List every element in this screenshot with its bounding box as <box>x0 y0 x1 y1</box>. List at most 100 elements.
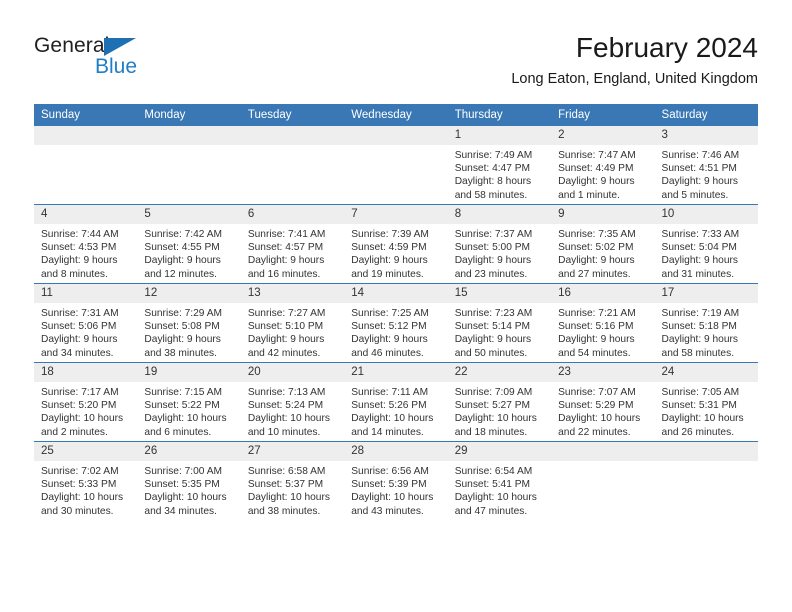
day-sunrise-text: Sunrise: 6:54 AM <box>454 466 533 477</box>
calendar-day-cell[interactable]: 1 Sunrise: 7:49 AM Sunset: 4:47 PM Daylight… <box>447 126 552 205</box>
day-number: 21 <box>344 363 448 382</box>
day-sunset-text: Sunset: 5:10 PM <box>247 321 324 333</box>
day-daylight-text: and 10 minutes. <box>247 426 321 438</box>
calendar-day-cell[interactable]: 17 Sunrise: 7:19 AM Sunset: 5:18 PM Dayligh… <box>654 283 758 363</box>
day-number: 23 <box>551 363 655 382</box>
day-daylight-text: Daylight: 10 hours <box>351 413 434 425</box>
calendar-day-cell[interactable]: 16 Sunrise: 7:21 AM Sunset: 5:16 PM Dayligh… <box>551 283 655 363</box>
day-number: 1 <box>447 126 552 145</box>
day-sunset-text: Sunset: 4:59 PM <box>351 242 427 254</box>
day-number: 24 <box>654 363 758 382</box>
day-sunrise-text: Sunrise: 7:29 AM <box>144 308 223 319</box>
calendar-day-cell[interactable]: 21 Sunrise: 7:11 AM Sunset: 5:26 PM Dayligh… <box>344 362 448 442</box>
weekday-header-monday: Monday <box>137 104 241 126</box>
day-sunrise-text: Sunrise: 7:17 AM <box>41 387 119 398</box>
day-daylight-text: Daylight: 9 hours <box>661 176 738 188</box>
day-details: Sunrise: 7:31 AM Sunset: 5:06 PM Daylight:… <box>34 303 137 360</box>
logo-triangle-icon <box>104 38 136 56</box>
day-sunset-text: Sunset: 5:00 PM <box>454 242 531 254</box>
calendar-day-cell[interactable]: 25 Sunrise: 7:02 AM Sunset: 5:33 PM Dayligh… <box>34 441 138 520</box>
calendar-page: General Blue February 2024 Long Eaton, E… <box>0 0 792 612</box>
day-sunrise-text: Sunrise: 7:13 AM <box>247 387 326 398</box>
day-sunset-text: Sunset: 5:20 PM <box>41 400 117 412</box>
calendar-day-cell[interactable]: 10 Sunrise: 7:33 AM Sunset: 5:04 PM Dayligh… <box>654 204 758 284</box>
calendar-day-cell[interactable]: 2 Sunrise: 7:47 AM Sunset: 4:49 PM Daylight… <box>551 126 655 205</box>
calendar-day-cell[interactable]: 8 Sunrise: 7:37 AM Sunset: 5:00 PM Daylight… <box>447 204 552 284</box>
calendar-day-cell[interactable]: 24 Sunrise: 7:05 AM Sunset: 5:31 PM Dayligh… <box>654 362 758 442</box>
calendar-day-cell[interactable]: 23 Sunrise: 7:07 AM Sunset: 5:29 PM Dayligh… <box>551 362 655 442</box>
day-daylight-text: and 16 minutes. <box>247 268 321 280</box>
day-number: 8 <box>447 205 552 224</box>
calendar-cell-empty <box>137 126 241 205</box>
day-number <box>240 126 345 145</box>
day-details: Sunrise: 7:29 AM Sunset: 5:08 PM Daylight:… <box>137 303 240 360</box>
day-number: 20 <box>240 363 345 382</box>
calendar-day-cell[interactable]: 6 Sunrise: 7:41 AM Sunset: 4:57 PM Daylight… <box>240 204 345 284</box>
day-details: Sunrise: 7:21 AM Sunset: 5:16 PM Daylight:… <box>551 303 654 360</box>
calendar-day-cell[interactable]: 7 Sunrise: 7:39 AM Sunset: 4:59 PM Daylight… <box>344 204 448 284</box>
calendar-day-cell[interactable]: 13 Sunrise: 7:27 AM Sunset: 5:10 PM Dayligh… <box>240 283 345 363</box>
day-number <box>137 126 241 145</box>
calendar-day-cell[interactable]: 22 Sunrise: 7:09 AM Sunset: 5:27 PM Dayligh… <box>447 362 552 442</box>
calendar-day-cell[interactable]: 5 Sunrise: 7:42 AM Sunset: 4:55 PM Daylight… <box>137 204 241 284</box>
day-sunset-text: Sunset: 5:04 PM <box>661 242 737 254</box>
day-sunrise-text: Sunrise: 7:15 AM <box>144 387 223 398</box>
day-number: 5 <box>137 205 241 224</box>
calendar-day-cell[interactable]: 11 Sunrise: 7:31 AM Sunset: 5:06 PM Dayligh… <box>34 283 138 363</box>
day-sunset-text: Sunset: 4:47 PM <box>454 163 531 175</box>
day-daylight-text: and 38 minutes. <box>247 505 321 517</box>
day-sunset-text: Sunset: 4:49 PM <box>558 163 634 175</box>
day-sunrise-text: Sunrise: 7:27 AM <box>247 308 326 319</box>
day-daylight-text: Daylight: 10 hours <box>661 413 744 425</box>
day-details: Sunrise: 6:56 AM Sunset: 5:39 PM Daylight:… <box>344 461 447 518</box>
calendar-day-cell[interactable]: 4 Sunrise: 7:44 AM Sunset: 4:53 PM Daylight… <box>34 204 138 284</box>
day-daylight-text: Daylight: 9 hours <box>351 334 428 346</box>
page-title: February 2024 <box>575 32 758 63</box>
day-daylight-text: and 58 minutes. <box>661 347 735 359</box>
calendar-week-row: 1 Sunrise: 7:49 AM Sunset: 4:47 PM Daylight… <box>34 126 758 205</box>
day-daylight-text: Daylight: 9 hours <box>454 334 532 346</box>
day-details: Sunrise: 7:19 AM Sunset: 5:18 PM Daylight:… <box>655 303 758 360</box>
day-sunset-text: Sunset: 4:57 PM <box>247 242 324 254</box>
calendar-day-cell[interactable]: 26 Sunrise: 7:00 AM Sunset: 5:35 PM Dayligh… <box>137 441 241 520</box>
calendar-day-cell[interactable]: 18 Sunrise: 7:17 AM Sunset: 5:20 PM Dayligh… <box>34 362 138 442</box>
day-sunset-text: Sunset: 5:35 PM <box>144 479 220 491</box>
day-details: Sunrise: 7:17 AM Sunset: 5:20 PM Daylight:… <box>34 382 137 439</box>
calendar-day-cell[interactable]: 20 Sunrise: 7:13 AM Sunset: 5:24 PM Dayligh… <box>240 362 345 442</box>
calendar-day-cell[interactable]: 14 Sunrise: 7:25 AM Sunset: 5:12 PM Dayligh… <box>344 283 448 363</box>
day-sunrise-text: Sunrise: 7:07 AM <box>558 387 636 398</box>
day-sunset-text: Sunset: 5:12 PM <box>351 321 427 333</box>
day-number: 29 <box>447 442 552 461</box>
calendar-day-cell[interactable]: 28 Sunrise: 6:56 AM Sunset: 5:39 PM Dayligh… <box>344 441 448 520</box>
day-sunrise-text: Sunrise: 7:00 AM <box>144 466 223 477</box>
day-daylight-text: Daylight: 10 hours <box>351 492 434 504</box>
day-number: 12 <box>137 284 241 303</box>
day-sunrise-text: Sunrise: 7:33 AM <box>661 229 740 240</box>
general-blue-logo[interactable]: General Blue <box>34 34 274 94</box>
day-daylight-text: and 12 minutes. <box>144 268 217 280</box>
day-daylight-text: and 6 minutes. <box>144 426 212 438</box>
day-details: Sunrise: 7:33 AM Sunset: 5:04 PM Daylight:… <box>655 224 758 281</box>
day-details: Sunrise: 7:39 AM Sunset: 4:59 PM Daylight:… <box>344 224 447 281</box>
day-daylight-text: and 42 minutes. <box>247 347 321 359</box>
calendar-day-cell[interactable]: 12 Sunrise: 7:29 AM Sunset: 5:08 PM Dayligh… <box>137 283 241 363</box>
calendar-day-cell[interactable]: 3 Sunrise: 7:46 AM Sunset: 4:51 PM Daylight… <box>654 126 758 205</box>
day-daylight-text: and 30 minutes. <box>41 505 114 517</box>
calendar-day-cell[interactable]: 27 Sunrise: 6:58 AM Sunset: 5:37 PM Dayligh… <box>240 441 345 520</box>
day-number: 22 <box>447 363 552 382</box>
page-subtitle: Long Eaton, England, United Kingdom <box>511 71 758 87</box>
calendar-day-cell[interactable]: 29 Sunrise: 6:54 AM Sunset: 5:41 PM Dayligh… <box>447 441 552 520</box>
day-details: Sunrise: 7:37 AM Sunset: 5:00 PM Daylight:… <box>448 224 551 281</box>
calendar-day-cell[interactable]: 15 Sunrise: 7:23 AM Sunset: 5:14 PM Dayligh… <box>447 283 552 363</box>
day-sunset-text: Sunset: 5:16 PM <box>558 321 634 333</box>
day-details: Sunrise: 7:44 AM Sunset: 4:53 PM Daylight:… <box>34 224 137 281</box>
day-daylight-text: and 22 minutes. <box>558 426 631 438</box>
calendar-day-cell[interactable]: 9 Sunrise: 7:35 AM Sunset: 5:02 PM Daylight… <box>551 204 655 284</box>
day-sunrise-text: Sunrise: 6:56 AM <box>351 466 429 477</box>
day-daylight-text: Daylight: 9 hours <box>247 334 325 346</box>
calendar-day-cell[interactable]: 19 Sunrise: 7:15 AM Sunset: 5:22 PM Dayligh… <box>137 362 241 442</box>
day-details: Sunrise: 7:35 AM Sunset: 5:02 PM Daylight:… <box>551 224 654 281</box>
day-daylight-text: and 38 minutes. <box>144 347 217 359</box>
sunrise-sunset-calendar: Sunday Monday Tuesday Wednesday Thursday… <box>34 104 758 520</box>
day-sunset-text: Sunset: 5:24 PM <box>247 400 324 412</box>
